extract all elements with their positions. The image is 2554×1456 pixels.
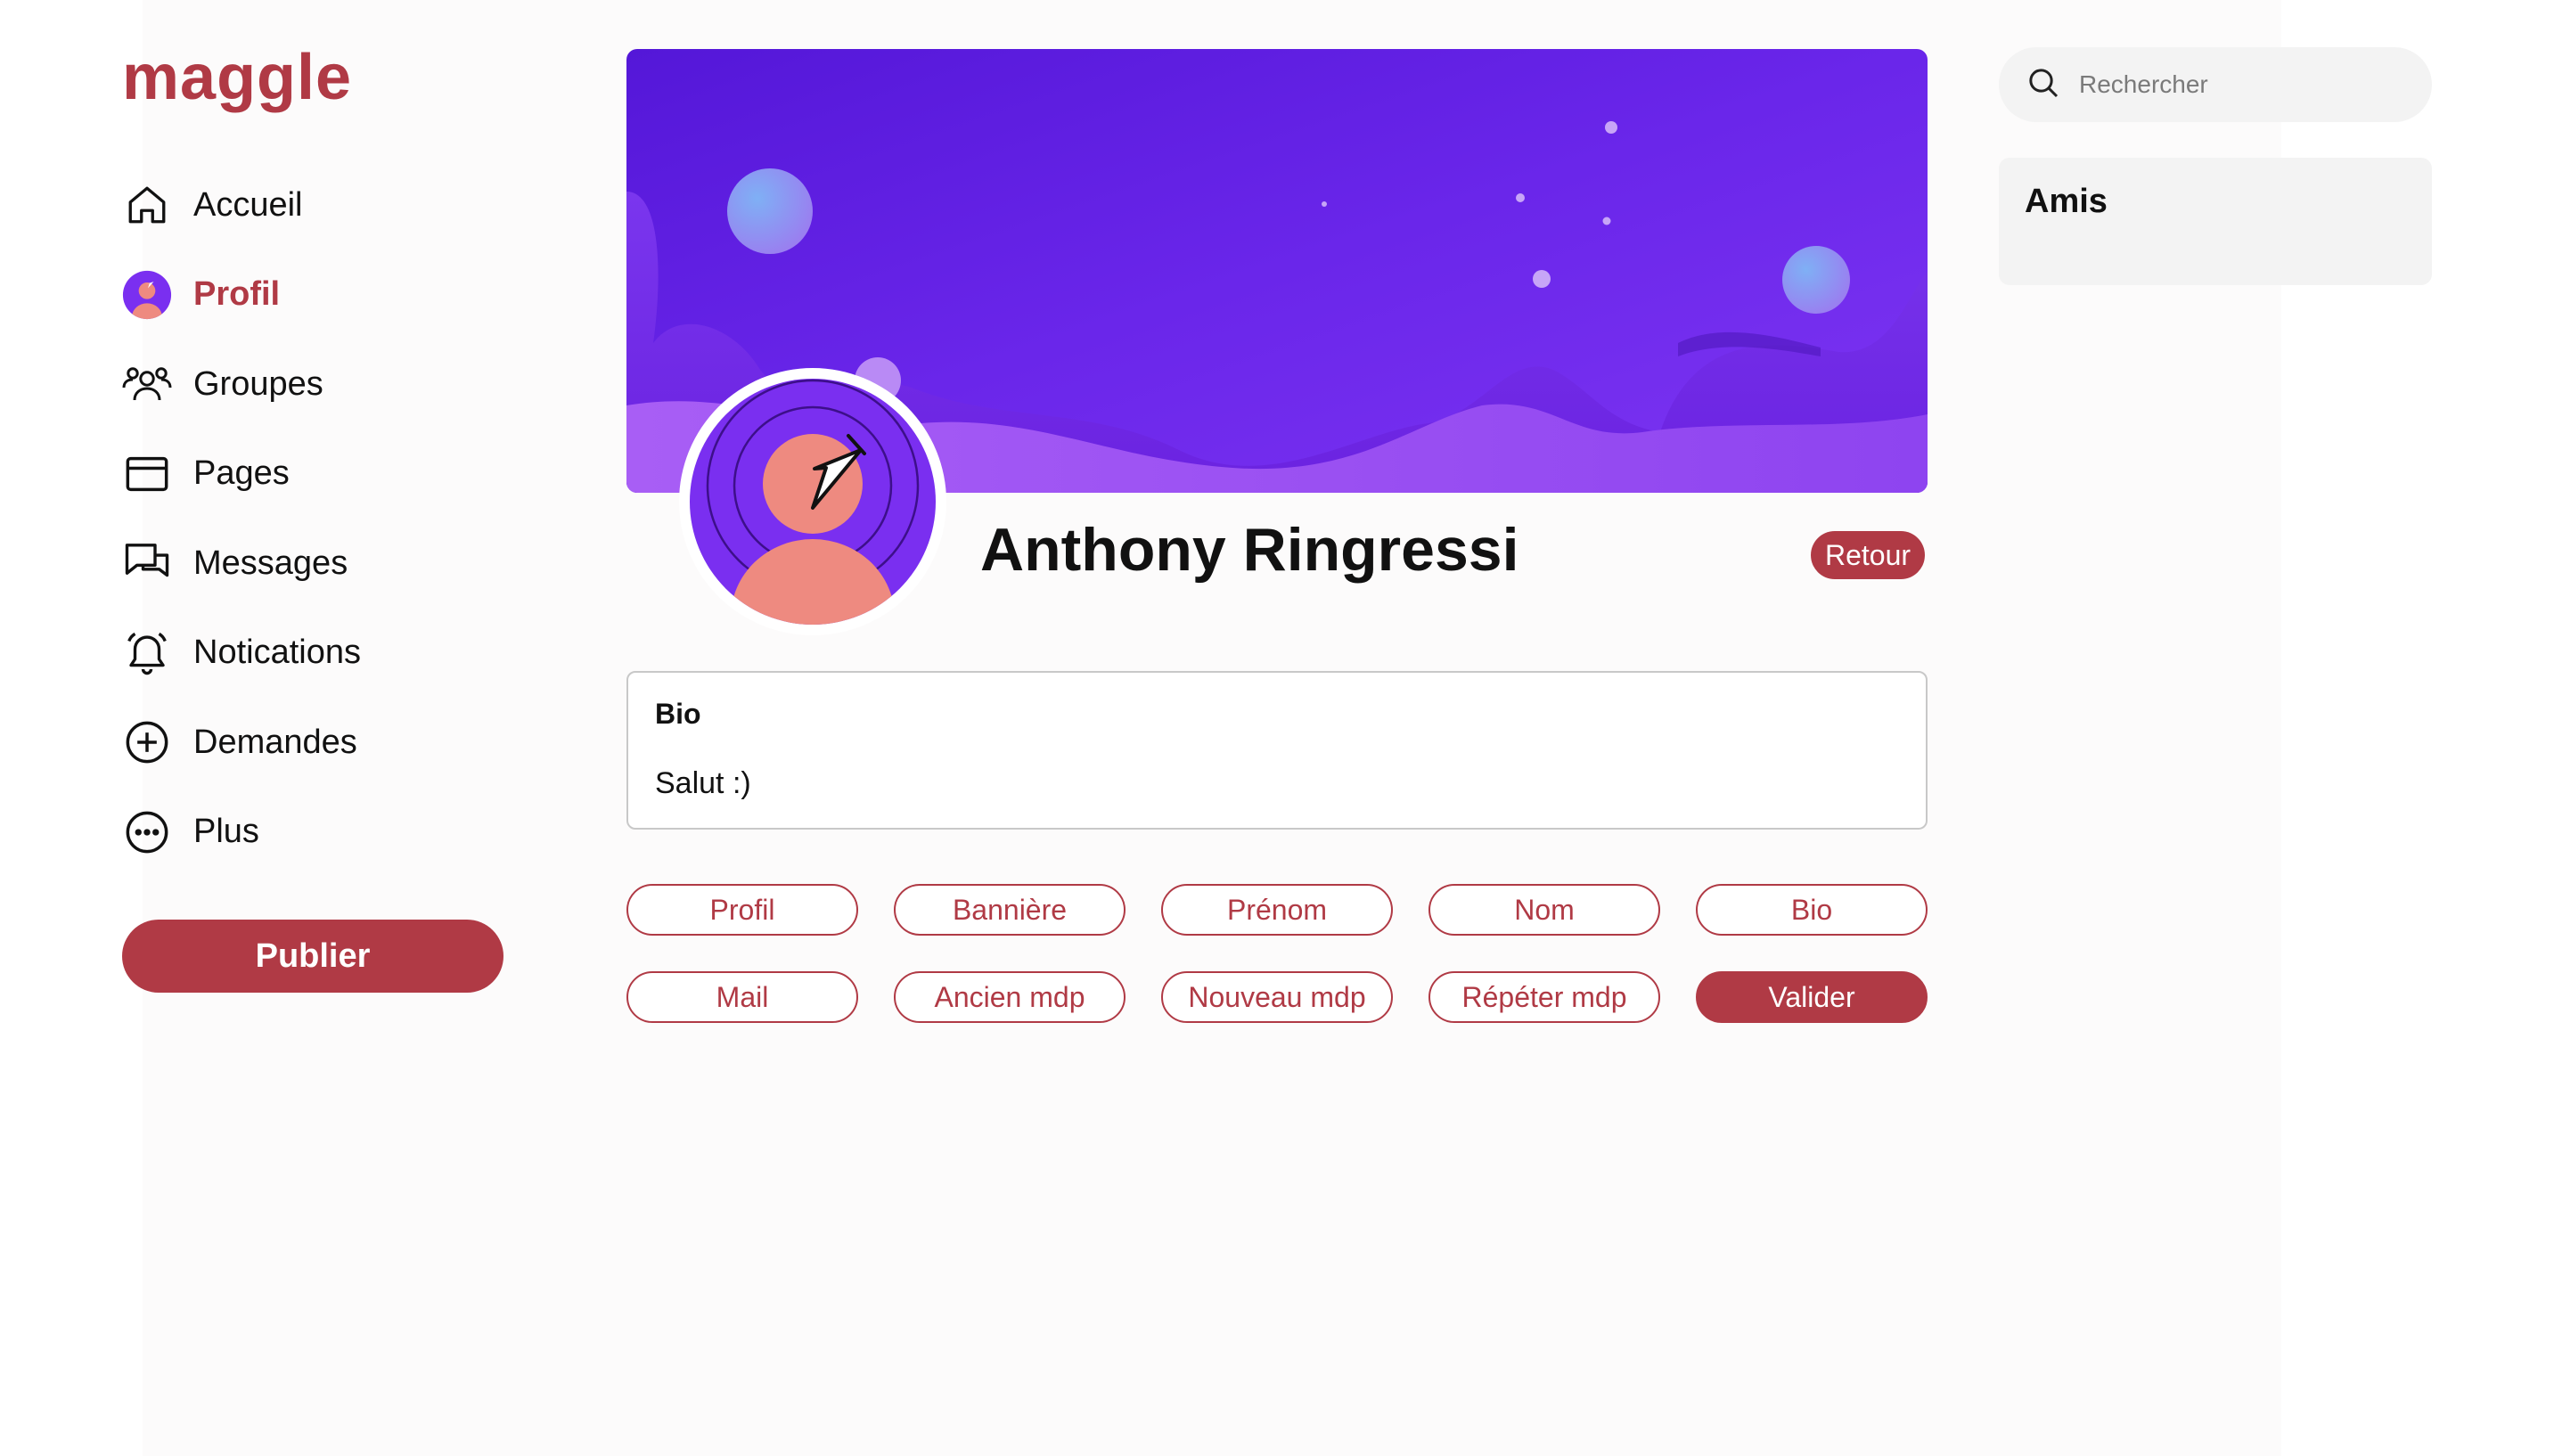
edit-lastname-button[interactable]: Nom [1428,884,1660,936]
sidebar-item-plus[interactable]: Plus [122,804,361,861]
sidebar-item-label: Groupes [193,364,323,403]
publish-button[interactable]: Publier [122,920,503,993]
friends-panel: Amis [1999,158,2432,285]
sidebar-item-pages[interactable]: Pages [122,446,361,503]
bio-title: Bio [655,698,701,730]
sidebar-item-label: Profil [193,275,281,313]
sidebar-nav: Accueil Profil Groupes Pages Messages No… [122,176,361,893]
sidebar-item-profil[interactable]: Profil [122,266,361,323]
search-icon [2026,65,2061,105]
profile-avatar[interactable] [679,368,946,635]
edit-profile-picture-button[interactable]: Profil [626,884,858,936]
sidebar-item-demandes[interactable]: Demandes [122,714,361,771]
sidebar-item-messages[interactable]: Messages [122,535,361,592]
sidebar-item-label: Pages [193,454,290,492]
messages-icon [122,538,172,588]
sidebar-item-label: Messages [193,544,348,582]
edit-mail-button[interactable]: Mail [626,971,858,1023]
profile-name: Anthony Ringressi [980,516,1519,584]
validate-button[interactable]: Valider [1696,971,1928,1023]
sidebar-item-accueil[interactable]: Accueil [122,176,361,233]
page: maggle Accueil Profil Groupes Pages Mess… [0,0,2554,1456]
edit-bio-button[interactable]: Bio [1696,884,1928,936]
sidebar-item-label: Accueil [193,185,303,224]
repeat-password-button[interactable]: Répéter mdp [1428,971,1660,1023]
sidebar-item-label: Notications [193,634,361,671]
pages-icon [122,449,172,499]
plus-circle-icon [122,717,172,767]
bell-icon [122,628,172,678]
app-logo[interactable]: maggle [122,41,352,114]
bio-text: Salut :) [655,766,751,800]
friends-title: Amis [2025,183,2108,220]
bio-card: Bio Salut :) [626,671,1928,830]
avatar-icon [122,270,172,320]
groups-icon [122,359,172,409]
more-icon [122,807,172,857]
sidebar-item-label: Plus [193,813,259,850]
new-password-button[interactable]: Nouveau mdp [1161,971,1393,1023]
sidebar-item-groupes[interactable]: Groupes [122,356,361,413]
old-password-button[interactable]: Ancien mdp [894,971,1126,1023]
sidebar-item-label: Demandes [193,723,357,761]
edit-firstname-button[interactable]: Prénom [1161,884,1393,936]
sidebar-item-notifications[interactable]: Notications [122,625,361,682]
edit-row: Profil Bannière Prénom Nom Bio [626,884,1928,936]
search-bar[interactable] [1999,47,2432,122]
search-input[interactable] [2079,70,2418,99]
edit-row: Mail Ancien mdp Nouveau mdp Répéter mdp … [626,971,1928,1023]
edit-options: Profil Bannière Prénom Nom Bio Mail Anci… [626,884,1928,1059]
edit-banner-button[interactable]: Bannière [894,884,1126,936]
home-icon [122,180,172,230]
back-button[interactable]: Retour [1811,531,1925,579]
